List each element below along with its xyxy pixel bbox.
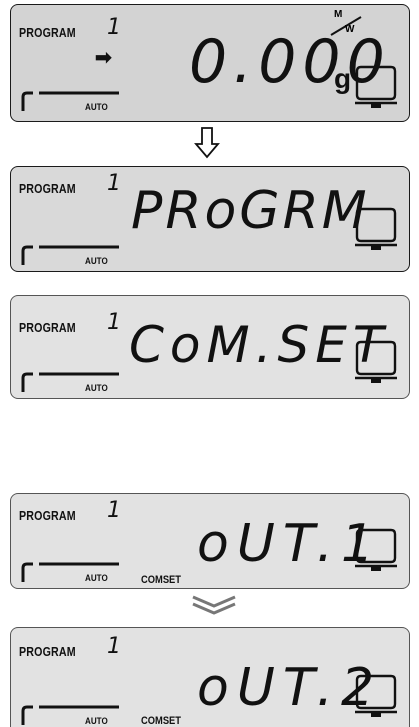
comset-label: COMSET bbox=[141, 574, 182, 586]
auto-indicator: AUTO bbox=[19, 697, 125, 727]
right-arrow-icon: ➡ bbox=[95, 47, 112, 69]
auto-label: AUTO bbox=[85, 383, 108, 394]
mode-w: W bbox=[345, 24, 355, 35]
program-readout: PRoGRM bbox=[131, 181, 370, 241]
weighing-pan-icon bbox=[353, 207, 399, 261]
program-label: PROGRAM bbox=[19, 508, 76, 523]
program-label: PROGRAM bbox=[19, 25, 76, 40]
display-panel-weighing: PROGRAM 1 ➡ 0.000 M W g AUTO bbox=[10, 4, 410, 122]
auto-label: AUTO bbox=[85, 102, 108, 113]
weighing-pan-icon bbox=[353, 340, 399, 394]
mw-indicator: M W bbox=[329, 9, 365, 39]
program-label: PROGRAM bbox=[19, 644, 76, 659]
auto-indicator: AUTO bbox=[19, 83, 125, 113]
program-number: 1 bbox=[107, 15, 121, 40]
display-panel-out2: PROGRAM 1 oUT.2 COMSET AUTO bbox=[10, 627, 410, 727]
program-label: PROGRAM bbox=[19, 320, 76, 335]
auto-label: AUTO bbox=[85, 573, 108, 584]
program-number: 1 bbox=[107, 171, 121, 196]
weighing-pan-icon bbox=[353, 65, 399, 119]
weighing-pan-icon bbox=[353, 528, 399, 582]
down-arrow-icon bbox=[194, 126, 220, 160]
auto-label: AUTO bbox=[85, 256, 108, 267]
weighing-pan-icon bbox=[353, 674, 399, 727]
auto-label: AUTO bbox=[85, 716, 108, 727]
auto-indicator: AUTO bbox=[19, 554, 125, 584]
display-panel-program: PROGRAM 1 PRoGRM AUTO bbox=[10, 166, 410, 272]
program-number: 1 bbox=[107, 634, 121, 659]
auto-indicator: AUTO bbox=[19, 237, 125, 267]
chevron-down-icon bbox=[190, 592, 238, 618]
auto-indicator: AUTO bbox=[19, 364, 125, 394]
program-number: 1 bbox=[107, 310, 121, 335]
program-number: 1 bbox=[107, 498, 121, 523]
display-panel-out1: PROGRAM 1 oUT.1 COMSET AUTO bbox=[10, 493, 410, 589]
comset-readout: CoM.SET bbox=[129, 316, 390, 374]
program-label: PROGRAM bbox=[19, 181, 76, 196]
comset-label: COMSET bbox=[141, 715, 182, 727]
display-panel-comset: PROGRAM 1 CoM.SET AUTO bbox=[10, 295, 410, 399]
unit-label: g bbox=[334, 63, 352, 94]
